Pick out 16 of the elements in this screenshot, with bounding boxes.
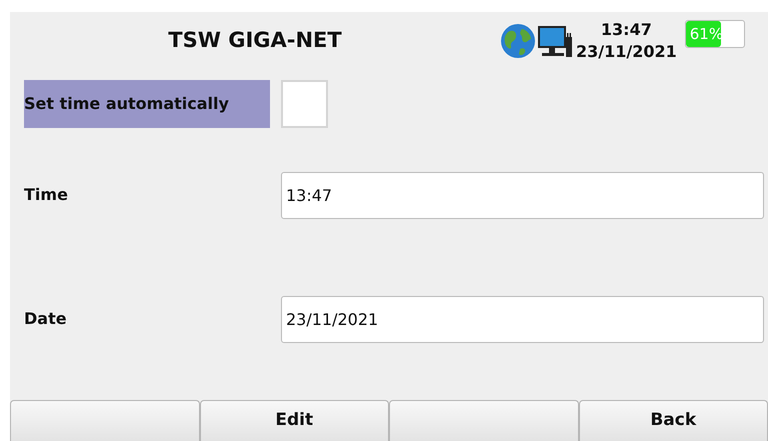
input-field[interactable]: 13:47 bbox=[281, 172, 764, 218]
input-field[interactable]: 23/11/2021 bbox=[281, 296, 764, 342]
clock-time: 13:47 bbox=[600, 19, 653, 41]
setting-label: Time bbox=[24, 184, 69, 206]
globe-icon bbox=[500, 23, 536, 59]
blank-button[interactable] bbox=[10, 400, 200, 441]
setting-label: Set time automatically bbox=[24, 80, 270, 128]
blank-button[interactable] bbox=[389, 400, 578, 441]
setting-label: Date bbox=[24, 308, 68, 330]
computer-icon bbox=[536, 23, 574, 59]
app-title: TSW GIGA-NET bbox=[167, 27, 343, 54]
soft-button[interactable]: Edit bbox=[200, 400, 389, 441]
checkbox[interactable] bbox=[281, 80, 328, 128]
battery-reading: 61% bbox=[688, 24, 724, 45]
clock-date: 23/11/2021 bbox=[576, 41, 677, 63]
soft-button[interactable]: Back bbox=[578, 400, 768, 441]
